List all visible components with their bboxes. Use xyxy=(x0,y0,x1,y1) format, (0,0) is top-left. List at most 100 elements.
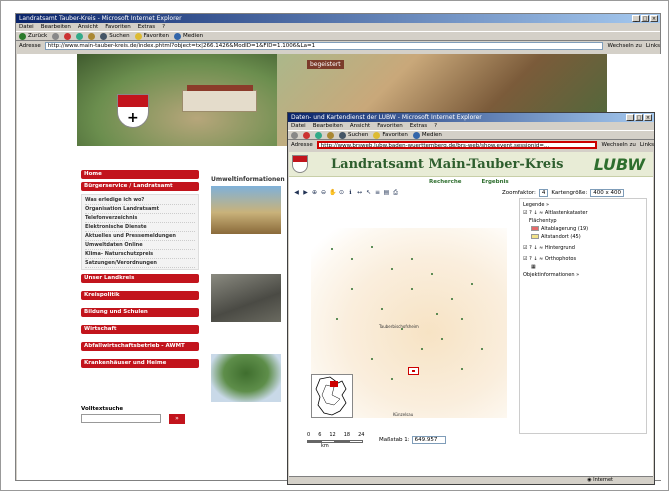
minimize-button[interactable]: _ xyxy=(632,15,640,22)
menu-ansicht[interactable]: Ansicht xyxy=(78,23,98,31)
map-site-dot[interactable] xyxy=(331,248,333,250)
stop-button[interactable] xyxy=(64,32,72,40)
links-button[interactable]: Links xyxy=(646,41,660,51)
nav-unser-landkreis[interactable]: Unser Landkreis xyxy=(81,274,199,283)
legend-layer-hintergrund[interactable]: ☑ ? ↓ ≈ Hintergrund xyxy=(523,244,643,252)
zoom-in-icon[interactable]: ⊕ xyxy=(311,189,318,196)
nav-sub-item[interactable]: Organisation Landratsamt xyxy=(85,205,195,214)
legend-title[interactable]: Legende » xyxy=(523,201,643,209)
popup-search-button[interactable]: Suchen xyxy=(339,131,368,139)
map-site-dot[interactable] xyxy=(451,298,453,300)
nav-sub-item[interactable]: Telefonverzeichnis xyxy=(85,214,195,223)
nav-buergerservice[interactable]: Bürgerservice / Landratsamt xyxy=(81,182,199,191)
massstab-input[interactable]: 649.957 xyxy=(411,436,446,444)
tab-ergebnis[interactable]: Ergebnis xyxy=(482,179,509,185)
zoom-select[interactable]: 4 xyxy=(538,189,549,197)
map-site-dot[interactable] xyxy=(391,268,393,270)
menu-datei[interactable]: Datei xyxy=(19,23,34,31)
address-input[interactable]: http://www.main-tauber-kreis.de/index.ph… xyxy=(44,42,604,50)
pan-hand-icon[interactable]: ✋ xyxy=(329,189,336,196)
popup-close-button[interactable]: × xyxy=(644,114,652,121)
tab-recherche[interactable]: Recherche xyxy=(429,179,462,185)
info-icon[interactable]: ℹ xyxy=(347,189,354,196)
nav-bildung[interactable]: Bildung und Schulen xyxy=(81,308,199,317)
nav-home[interactable]: Home xyxy=(81,170,199,179)
nav-sub-item[interactable]: Satzungen/Verordnungen xyxy=(85,259,195,268)
nav-sub-item[interactable]: Was erledige ich wo? xyxy=(85,196,195,205)
refresh-button[interactable] xyxy=(76,32,84,40)
media-button[interactable]: Medien xyxy=(174,32,203,40)
map-site-dot[interactable] xyxy=(411,258,413,260)
legend-layer-altlasten[interactable]: ☑ ? ↓ ≈ Altlastenkataster xyxy=(523,209,643,217)
layer-icon[interactable]: ≡ xyxy=(374,189,381,196)
legend-objinfo[interactable]: Objektinformationen » xyxy=(523,271,643,279)
map-site-dot[interactable] xyxy=(381,308,383,310)
popup-menu-bearbeiten[interactable]: Bearbeiten xyxy=(313,122,343,130)
maximize-button[interactable]: □ xyxy=(641,15,649,22)
map-site-dot[interactable] xyxy=(371,246,373,248)
nav-krankenhaeuser[interactable]: Krankenhäuser und Heime xyxy=(81,359,199,368)
nav-sub-item[interactable]: Umweltdaten Online xyxy=(85,241,195,250)
zoom-full-icon[interactable]: ⊙ xyxy=(338,189,345,196)
popup-menu-datei[interactable]: Datei xyxy=(291,122,306,130)
map-site-dot[interactable] xyxy=(421,348,423,350)
map-site-dot[interactable] xyxy=(411,288,413,290)
map-site-dot[interactable] xyxy=(351,258,353,260)
popup-home-button[interactable] xyxy=(327,131,334,139)
popup-favorites-button[interactable]: Favoriten xyxy=(373,131,408,139)
map-site-dot[interactable] xyxy=(461,318,463,320)
legend-layer-orthophotos[interactable]: ☑ ? ↓ ≈ Orthophotos xyxy=(523,255,643,263)
map-site-dot[interactable] xyxy=(471,283,473,285)
home-button[interactable] xyxy=(88,32,96,40)
popup-menu-extras[interactable]: Extras xyxy=(410,122,427,130)
pan-right-icon[interactable]: ▶ xyxy=(302,189,309,196)
search-button[interactable]: Suchen xyxy=(100,32,130,40)
popup-stop-button[interactable] xyxy=(303,131,310,139)
menu-extras[interactable]: Extras xyxy=(138,23,155,31)
nav-wirtschaft[interactable]: Wirtschaft xyxy=(81,325,199,334)
menu-favoriten[interactable]: Favoriten xyxy=(105,23,130,31)
nav-sub-item[interactable]: Aktuelles und Pressemeldungen xyxy=(85,232,195,241)
thumb-image-1[interactable] xyxy=(211,186,281,234)
map-site-dot[interactable] xyxy=(461,368,463,370)
menu-bearbeiten[interactable]: Bearbeiten xyxy=(41,23,71,31)
popup-media-button[interactable]: Medien xyxy=(412,131,442,139)
mapsize-select[interactable]: 400 x 400 xyxy=(590,189,625,197)
map-site-dot[interactable] xyxy=(431,273,433,275)
menu-help[interactable]: ? xyxy=(162,23,165,31)
zoom-out-icon[interactable]: ⊖ xyxy=(320,189,327,196)
measure-icon[interactable]: ↔ xyxy=(356,189,363,196)
popup-refresh-button[interactable] xyxy=(315,131,322,139)
map-site-dot[interactable] xyxy=(441,338,443,340)
thumb-image-2[interactable] xyxy=(211,274,281,322)
popup-address-input[interactable]: http://www.brsweb.lubw.baden-wuerttember… xyxy=(316,141,598,149)
map-site-dot[interactable] xyxy=(336,318,338,320)
pan-left-icon[interactable]: ◀ xyxy=(293,189,300,196)
close-button[interactable]: × xyxy=(650,15,658,22)
popup-go-button[interactable]: Wechseln zu xyxy=(601,140,635,150)
go-button[interactable]: Wechseln zu xyxy=(607,41,641,51)
select-icon[interactable]: ↖ xyxy=(365,189,372,196)
back-button[interactable]: Zurück xyxy=(19,32,47,40)
fulltext-search-button[interactable]: » xyxy=(169,414,185,424)
coat-of-arms-logo[interactable]: + xyxy=(117,94,149,128)
table-icon[interactable]: ▤ xyxy=(383,189,390,196)
map-view[interactable]: Tauberbischofsheim Künzelsau xyxy=(293,202,515,424)
map-site-dot[interactable] xyxy=(391,378,393,380)
popup-minimize-button[interactable]: _ xyxy=(626,114,634,121)
map-site-dot[interactable] xyxy=(436,313,438,315)
map-location-marker[interactable] xyxy=(408,367,419,375)
popup-links-button[interactable]: Links xyxy=(640,140,654,150)
popup-back-button[interactable] xyxy=(291,131,298,139)
nav-kreispolitik[interactable]: Kreispolitik xyxy=(81,291,199,300)
print-icon[interactable]: ⎙ xyxy=(392,189,399,196)
favorites-button[interactable]: Favoriten xyxy=(134,32,169,40)
popup-menu-favoriten[interactable]: Favoriten xyxy=(377,122,402,130)
map-site-dot[interactable] xyxy=(351,288,353,290)
map-site-dot[interactable] xyxy=(481,348,483,350)
nav-abfallwirtschaft[interactable]: Abfallwirtschaftsbetrieb - AWMT xyxy=(81,342,199,351)
nav-sub-item[interactable]: Elektronische Dienste xyxy=(85,223,195,232)
overview-map-inset[interactable] xyxy=(311,374,353,418)
map-site-dot[interactable] xyxy=(371,358,373,360)
forward-button[interactable] xyxy=(52,32,60,40)
